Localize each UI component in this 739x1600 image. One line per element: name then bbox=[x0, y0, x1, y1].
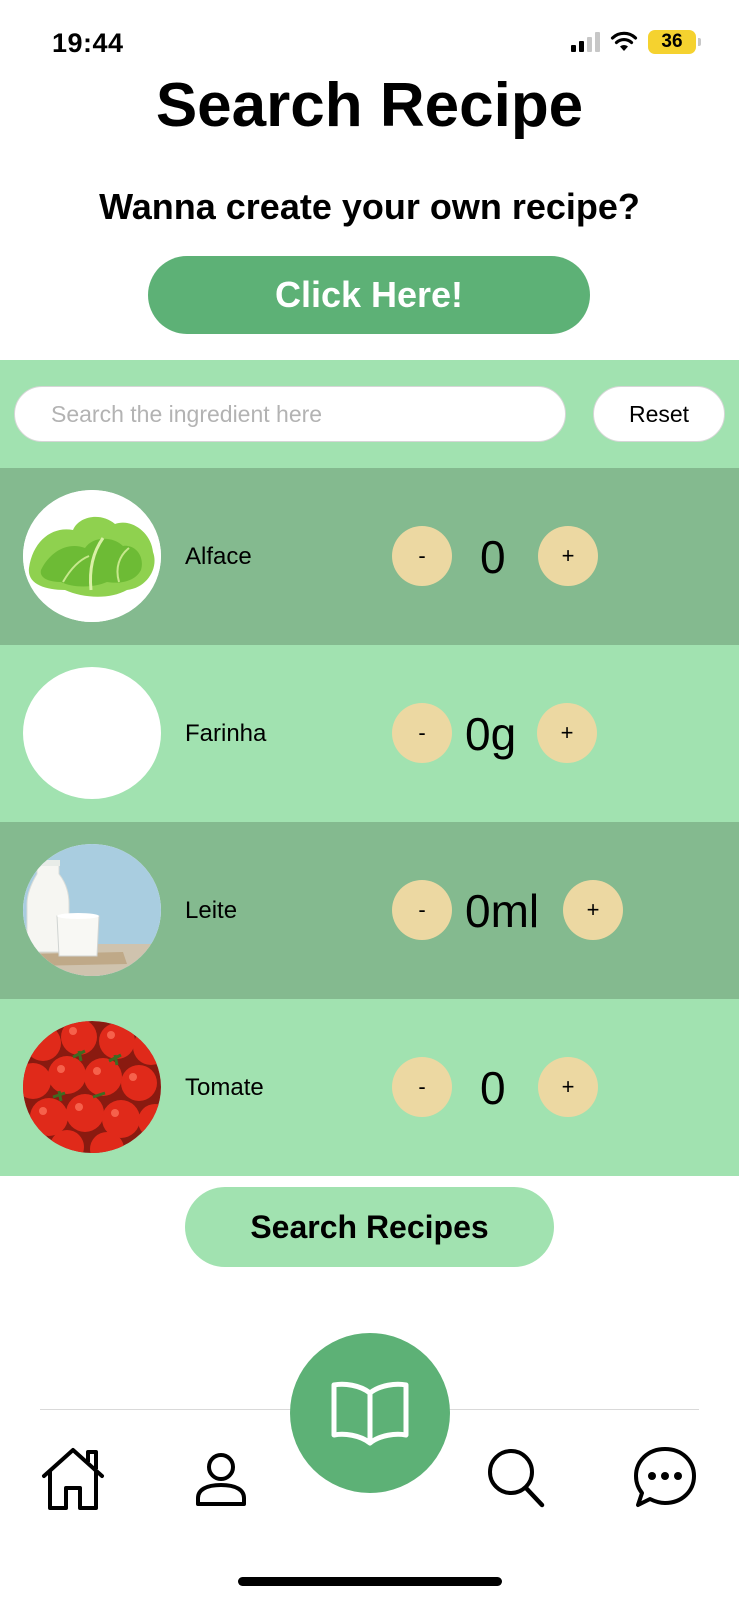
book-icon bbox=[331, 1381, 409, 1446]
home-icon[interactable] bbox=[38, 1444, 108, 1512]
search-icon[interactable] bbox=[486, 1447, 546, 1509]
ingredient-name: Alface bbox=[185, 542, 252, 570]
battery-indicator: 36 bbox=[648, 30, 696, 54]
decrease-quantity-button[interactable]: - bbox=[392, 1057, 452, 1117]
chat-icon[interactable] bbox=[632, 1445, 698, 1509]
ingredient-search-bar: Search the ingredient here Reset bbox=[0, 360, 739, 468]
ingredient-row-farinha: Farinha - 0g + bbox=[0, 645, 739, 822]
ingredient-name: Farinha bbox=[185, 719, 267, 747]
recipe-book-button[interactable] bbox=[290, 1333, 450, 1493]
quantity-value: 0 bbox=[480, 1061, 506, 1114]
create-recipe-prompt: Wanna create your own recipe? bbox=[99, 186, 640, 227]
flour-image bbox=[23, 667, 161, 799]
quantity-value: 0 bbox=[480, 530, 506, 583]
wifi-icon bbox=[610, 31, 638, 51]
status-time: 19:44 bbox=[52, 28, 124, 58]
milk-image bbox=[23, 844, 161, 976]
increase-quantity-button[interactable]: + bbox=[538, 526, 598, 586]
status-icons: 36 bbox=[571, 30, 701, 54]
increase-quantity-button[interactable]: + bbox=[563, 880, 623, 940]
profile-icon[interactable] bbox=[194, 1452, 248, 1508]
ingredient-name: Tomate bbox=[185, 1073, 264, 1101]
ingredient-row-alface: Alface - 0 + bbox=[0, 468, 739, 645]
home-indicator bbox=[238, 1577, 502, 1586]
battery-cap bbox=[698, 38, 701, 46]
ingredient-row-leite: Leite - 0ml + bbox=[0, 822, 739, 999]
cellular-signal-icon bbox=[571, 32, 600, 52]
lettuce-image bbox=[23, 490, 161, 622]
increase-quantity-button[interactable]: + bbox=[538, 1057, 598, 1117]
status-bar: 19:44 36 bbox=[0, 0, 739, 80]
ingredient-search-input[interactable]: Search the ingredient here bbox=[14, 386, 566, 442]
quantity-value: 0g bbox=[465, 707, 517, 760]
ingredient-row-tomate: Tomate - 0 + bbox=[0, 999, 739, 1176]
page-title: Search Recipe bbox=[155, 71, 584, 140]
tomato-image bbox=[23, 1021, 161, 1153]
decrease-quantity-button[interactable]: - bbox=[392, 526, 452, 586]
ingredient-name: Leite bbox=[185, 896, 238, 924]
create-recipe-button[interactable]: Click Here! bbox=[148, 256, 590, 334]
search-recipes-button[interactable]: Search Recipes bbox=[185, 1187, 554, 1267]
decrease-quantity-button[interactable]: - bbox=[392, 703, 452, 763]
decrease-quantity-button[interactable]: - bbox=[392, 880, 452, 940]
quantity-value: 0ml bbox=[465, 884, 540, 937]
increase-quantity-button[interactable]: + bbox=[537, 703, 597, 763]
reset-button[interactable]: Reset bbox=[593, 386, 725, 442]
